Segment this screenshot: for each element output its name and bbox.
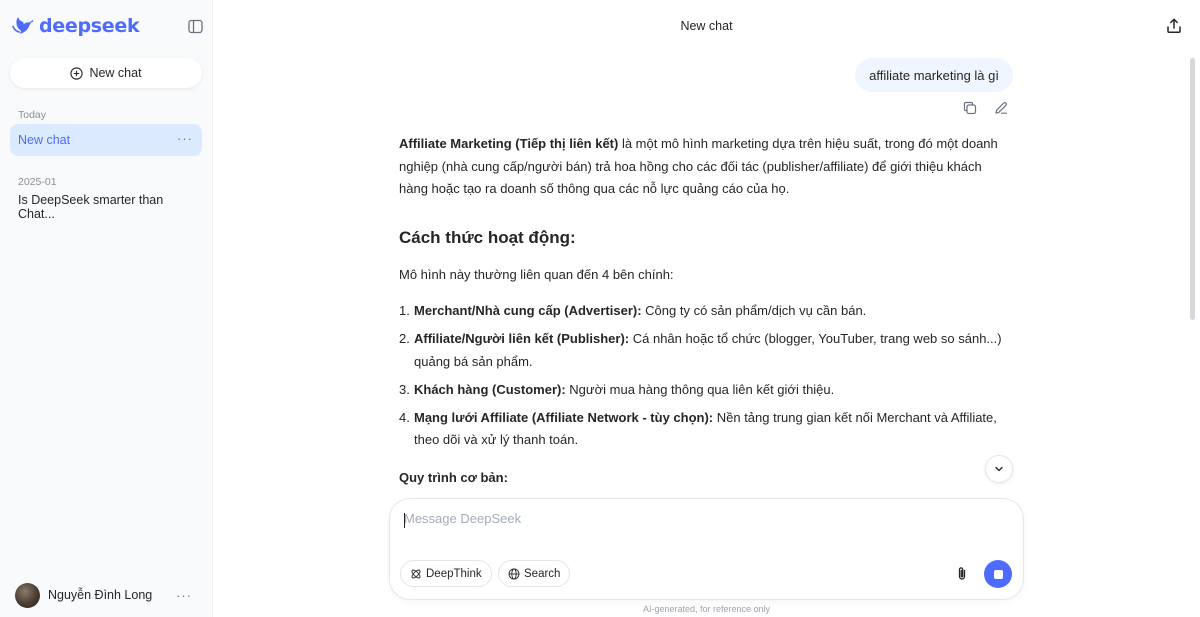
edit-icon — [995, 101, 1008, 114]
list-number: 2. — [399, 331, 410, 346]
assistant-message: Affiliate Marketing (Tiếp thị liên kết) … — [399, 133, 1011, 485]
user-name: Nguyễn Đình Long — [48, 588, 153, 602]
list-item: 2. Affiliate/Người liên kết (Publisher): … — [399, 328, 1011, 373]
search-label: Search — [524, 567, 561, 580]
share-button[interactable] — [1165, 17, 1183, 35]
chat-history-item[interactable]: New chat ··· — [10, 124, 202, 156]
paperclip-icon — [958, 567, 966, 580]
answer-intro: Affiliate Marketing (Tiếp thị liên kết) … — [399, 133, 1011, 201]
answer-intro-bold: Affiliate Marketing (Tiếp thị liên kết) — [399, 136, 619, 151]
text-caret — [404, 513, 405, 528]
page-title: New chat — [680, 19, 733, 33]
message-composer: DeepThink Search — [390, 499, 1023, 599]
stop-icon — [993, 569, 1003, 579]
edit-button[interactable] — [993, 100, 1009, 116]
chat-item-label: Is DeepSeek smarter than Chat... — [18, 193, 164, 221]
user-message: affiliate marketing là gì — [855, 58, 1013, 92]
globe-icon — [508, 568, 520, 579]
list-item-text: Công ty có sản phẩm/dịch vụ cần bán. — [641, 303, 867, 318]
user-more-button[interactable]: ··· — [176, 588, 192, 603]
list-item: 1. Merchant/Nhà cung cấp (Advertiser): Cô… — [399, 300, 1011, 323]
whale-logo-icon — [12, 17, 34, 34]
chevron-down-icon — [995, 466, 1003, 472]
list-item-bold: Khách hàng (Customer): — [414, 381, 566, 397]
deepthink-label: DeepThink — [426, 567, 482, 580]
chat-item-label: New chat — [18, 133, 71, 147]
plus-circle-icon — [70, 66, 84, 80]
avatar — [15, 582, 40, 608]
deepthink-toggle[interactable]: DeepThink — [400, 560, 492, 587]
sidebar-toggle-button[interactable] — [187, 18, 204, 35]
answer-heading: Cách thức hoạt động: — [399, 228, 576, 247]
scroll-to-bottom-button[interactable] — [985, 455, 1013, 483]
search-toggle[interactable]: Search — [498, 560, 571, 587]
section-label-today: Today — [18, 109, 47, 121]
chat-item-more-button[interactable]: ··· — [177, 131, 193, 146]
chat-history-item[interactable]: Is DeepSeek smarter than Chat... — [10, 191, 202, 223]
list-item-bold: Mạng lưới Affiliate (Affiliate Network -… — [414, 409, 714, 425]
stop-generating-button[interactable] — [984, 560, 1012, 588]
deepseek-logo[interactable]: deepseek — [12, 15, 140, 37]
list-item: 3. Khách hàng (Customer): Người mua hàng … — [399, 379, 1011, 402]
list-number: 4. — [399, 409, 410, 425]
sidebar-toggle-icon — [188, 19, 203, 34]
attach-file-button[interactable] — [953, 565, 971, 583]
list-number: 3. — [399, 381, 410, 397]
list-item-text: Người mua hàng thông qua liên kết giới t… — [565, 381, 835, 397]
copy-button[interactable] — [962, 100, 978, 116]
list-number: 1. — [399, 303, 410, 318]
scrollbar[interactable] — [1190, 58, 1195, 320]
atom-icon — [411, 569, 421, 578]
new-chat-button[interactable]: New chat — [10, 58, 202, 88]
new-chat-label: New chat — [89, 66, 142, 80]
list-item: 4. Mạng lưới Affiliate (Affiliate Network… — [399, 407, 1011, 452]
sidebar: deepseek New chat Today New chat ··· 202… — [0, 0, 213, 617]
copy-icon — [963, 101, 977, 115]
user-profile[interactable]: Nguyễn Đình Long ··· — [15, 582, 203, 608]
list-item-bold: Merchant/Nhà cung cấp (Advertiser): — [414, 303, 642, 318]
answer-parties-intro: Mô hình này thường liên quan đến 4 bên c… — [399, 267, 674, 282]
parties-list: 1. Merchant/Nhà cung cấp (Advertiser): Cô… — [399, 300, 1011, 452]
section-label-2025-01: 2025-01 — [18, 176, 57, 188]
disclaimer: AI-generated, for reference only — [642, 604, 771, 614]
share-icon — [1167, 18, 1181, 33]
logo-text: deepseek — [39, 15, 140, 37]
message-input[interactable] — [404, 511, 1004, 535]
list-item-bold: Affiliate/Người liên kết (Publisher): — [414, 331, 630, 346]
